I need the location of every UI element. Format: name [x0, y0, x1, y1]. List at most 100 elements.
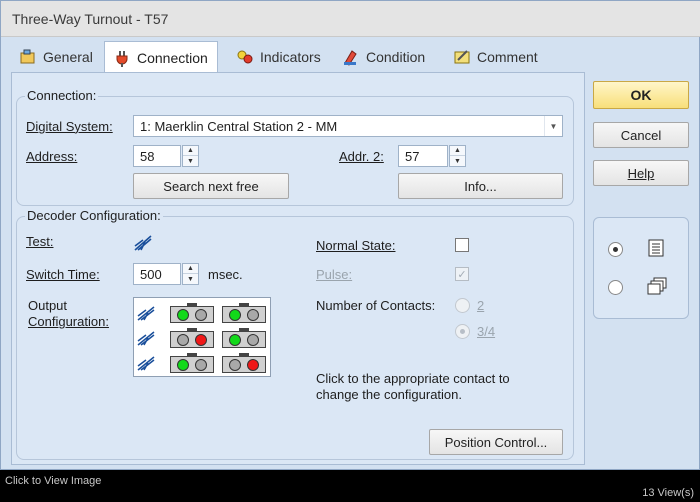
multiple-windows-icon	[647, 277, 667, 295]
address-spinner[interactable]: ▲ ▼	[182, 145, 199, 167]
info-button[interactable]: Info...	[398, 173, 563, 199]
turnout-test-icon[interactable]	[133, 234, 153, 252]
tab-general[interactable]: General	[11, 42, 102, 72]
indicators-icon	[237, 50, 253, 64]
switch-time-value: 500	[140, 267, 162, 282]
ok-button[interactable]: OK	[593, 81, 689, 109]
pulse-label: Pulse:	[316, 267, 353, 282]
addr2-spinner[interactable]: ▲ ▼	[449, 145, 466, 167]
tab-comment-label: Comment	[477, 49, 538, 65]
contacts-radio-3-4[interactable]	[455, 324, 470, 339]
help-button[interactable]: Help	[593, 160, 689, 186]
grey-lamp	[195, 359, 207, 371]
turnout-row-icon	[136, 305, 156, 324]
switch-time-spinner[interactable]: ▲ ▼	[182, 263, 199, 285]
grey-lamp	[247, 309, 259, 321]
view-multiple-radio[interactable]	[608, 280, 623, 295]
red-lamp	[247, 359, 259, 371]
general-icon	[20, 49, 35, 64]
tab-indicators-label: Indicators	[260, 49, 321, 65]
tab-connection-label: Connection	[137, 49, 208, 66]
contact-left-row-3[interactable]	[170, 353, 214, 373]
cancel-label: Cancel	[620, 127, 662, 143]
switch-time-unit: msec.	[208, 267, 243, 282]
address-label: Address:	[26, 149, 78, 164]
connection-group-label: Connection:	[25, 88, 99, 103]
single-window-icon	[648, 239, 664, 257]
spin-up-icon[interactable]: ▲	[450, 146, 465, 156]
grey-lamp	[195, 309, 207, 321]
cancel-button[interactable]: Cancel	[593, 122, 689, 148]
config-hint-line1: Click to the appropriate contact to	[316, 371, 510, 386]
search-next-free-button[interactable]: Search next free	[133, 173, 289, 199]
comment-icon	[454, 50, 470, 64]
chevron-down-icon[interactable]: ▼	[544, 116, 562, 136]
addr2-label: Addr. 2:	[339, 149, 384, 164]
spin-up-icon[interactable]: ▲	[183, 264, 198, 274]
tab-connection[interactable]: Connection	[104, 41, 218, 73]
turnout-row-icon	[136, 355, 156, 374]
normal-state-label: Normal State:	[316, 238, 396, 253]
connection-tab-panel: Connection: Digital System: 1: Maerklin …	[11, 72, 585, 465]
grey-lamp	[229, 359, 241, 371]
spin-down-icon[interactable]: ▼	[183, 274, 198, 284]
test-label: Test:	[26, 234, 54, 249]
tab-general-label: General	[43, 49, 93, 65]
contacts-label: Number of Contacts:	[316, 298, 436, 313]
green-lamp	[229, 309, 241, 321]
contacts-option-3-4-label: 3/4	[477, 324, 496, 339]
view-count: 13 View(s)	[642, 487, 694, 499]
tab-indicators[interactable]: Indicators	[228, 42, 330, 72]
view-single-radio[interactable]	[608, 242, 623, 257]
tab-condition-label: Condition	[366, 49, 426, 65]
position-control-button[interactable]: Position Control...	[429, 429, 563, 455]
switch-time-label: Switch Time:	[26, 267, 100, 282]
green-lamp	[229, 334, 241, 346]
switch-time-input[interactable]: 500	[133, 263, 181, 285]
grey-lamp	[177, 334, 189, 346]
pulse-checkbox[interactable]: ✓	[455, 267, 469, 281]
dialog-window: Three-Way Turnout - T57 General Connecti…	[0, 0, 700, 470]
view-mode-panel	[593, 217, 689, 319]
output-config-label-line2: Configuration:	[28, 314, 109, 329]
status-bar: Click to View Image 13 View(s)	[0, 474, 700, 502]
normal-state-checkbox[interactable]	[455, 238, 469, 252]
contact-right-row-1[interactable]	[222, 303, 266, 323]
contact-left-row-2[interactable]	[170, 328, 214, 348]
title-bar: Three-Way Turnout - T57	[1, 1, 700, 37]
addr2-value: 57	[405, 149, 420, 164]
contacts-radio-2[interactable]	[455, 298, 470, 313]
digital-system-label: Digital System:	[26, 119, 113, 134]
tab-comment[interactable]: Comment	[445, 42, 547, 72]
contact-left-row-1[interactable]	[170, 303, 214, 323]
help-label: Help	[627, 165, 655, 181]
output-config-label-line1: Output	[28, 298, 68, 313]
grey-lamp	[247, 334, 259, 346]
addr2-input[interactable]: 57	[398, 145, 448, 167]
decoder-config-group-label: Decoder Configuration:	[25, 208, 163, 223]
position-control-label: Position Control...	[444, 434, 548, 450]
plug-icon	[116, 50, 128, 67]
digital-system-value: 1: Maerklin Central Station 2 - MM	[140, 119, 338, 134]
ok-label: OK	[630, 87, 652, 103]
spin-down-icon[interactable]: ▼	[183, 156, 198, 166]
config-hint-line2: change the configuration.	[316, 387, 462, 402]
address-input[interactable]: 58	[133, 145, 181, 167]
turnout-row-icon	[136, 330, 156, 349]
digital-system-select[interactable]: 1: Maerklin Central Station 2 - MM	[133, 115, 563, 137]
spin-up-icon[interactable]: ▲	[183, 146, 198, 156]
spin-down-icon[interactable]: ▼	[450, 156, 465, 166]
click-to-view-link[interactable]: Click to View Image	[5, 475, 101, 487]
contacts-option-2-label: 2	[477, 298, 485, 313]
contact-right-row-3[interactable]	[222, 353, 266, 373]
search-next-free-label: Search next free	[163, 178, 259, 194]
window-title: Three-Way Turnout - T57	[12, 11, 169, 27]
green-lamp	[177, 359, 189, 371]
condition-icon	[344, 50, 357, 66]
tab-condition[interactable]: Condition	[334, 42, 434, 72]
contact-right-row-2[interactable]	[222, 328, 266, 348]
red-lamp	[195, 334, 207, 346]
output-config-grid[interactable]	[133, 297, 271, 377]
address-value: 58	[140, 149, 155, 164]
checkmark-icon: ✓	[457, 268, 467, 281]
